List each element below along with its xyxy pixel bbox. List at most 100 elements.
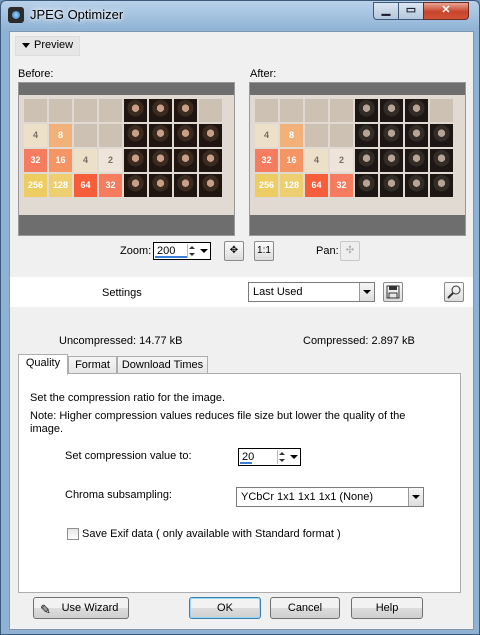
preview-number-tile	[280, 99, 303, 122]
settings-band: Settings Last Used	[10, 277, 473, 307]
preview-photo-tile	[149, 124, 172, 147]
preview-number-tile: 8	[280, 124, 303, 147]
uncompressed-size: Uncompressed: 14.77 kB	[59, 335, 183, 347]
after-tile-grid: 4 8 32 16 4 2 256 128 64 32	[255, 99, 453, 197]
preview-photo-tile	[405, 174, 428, 197]
preview-number-tile: 32	[99, 174, 122, 197]
compressed-size: Compressed: 2.897 kB	[303, 335, 415, 347]
zoom-accent-bar	[155, 256, 187, 258]
preview-number-tile: 64	[74, 174, 97, 197]
preview-photo-tile	[380, 124, 403, 147]
preview-number-tile	[199, 99, 222, 122]
save-exif-checkbox[interactable]	[67, 528, 79, 540]
preview-photo-tile	[124, 124, 147, 147]
tab-download-times[interactable]: Download Times	[117, 356, 208, 374]
title-bar[interactable]: JPEG Optimizer ▁ ▭ ✕	[1, 1, 479, 29]
help-button[interactable]: Help	[351, 597, 423, 619]
preview-number-tile	[74, 124, 97, 147]
dropdown-arrow-icon[interactable]	[359, 283, 374, 301]
preview-photo-tile	[174, 99, 197, 122]
quality-note-line-2: image.	[30, 423, 64, 435]
close-button[interactable]: ✕	[423, 2, 469, 20]
save-exif-label[interactable]: Save Exif data ( only available with Sta…	[82, 528, 341, 540]
preview-number-tile: 32	[255, 149, 278, 172]
zoom-label: Zoom:	[120, 245, 152, 257]
zoom-spinner[interactable]: 200	[153, 242, 211, 260]
dialog-body: Preview Before: After: 4 8 32 16 4 2 256 128 64 3…	[9, 31, 474, 630]
collapse-triangle-icon	[22, 42, 30, 48]
preview-photo-tile	[405, 124, 428, 147]
before-preview[interactable]: 4 8 32 16 4 2 256 128 64 32	[18, 82, 235, 236]
pan-button[interactable]: ✣	[340, 241, 360, 261]
compression-value-label: Set compression value to:	[65, 450, 192, 462]
chroma-subsampling-value: YCbCr 1x1 1x1 1x1 (None)	[241, 491, 374, 503]
preview-number-tile: 256	[255, 174, 278, 197]
spin-arrows-icon[interactable]	[277, 450, 287, 464]
preview-number-tile	[330, 99, 353, 122]
preview-number-tile: 2	[330, 149, 353, 172]
preview-photo-tile	[355, 124, 378, 147]
actual-size-button[interactable]: 1:1	[254, 241, 274, 261]
cancel-button[interactable]: Cancel	[270, 597, 340, 619]
dropdown-arrow-icon[interactable]	[408, 488, 423, 506]
preview-photo-tile	[174, 174, 197, 197]
spin-arrows-icon[interactable]	[187, 244, 197, 258]
use-wizard-label: Use Wizard	[61, 602, 119, 614]
preview-number-tile: 2	[99, 149, 122, 172]
preview-photo-tile	[124, 99, 147, 122]
compression-accent-bar	[240, 462, 252, 464]
wizard-wand-icon: ✎	[40, 602, 51, 617]
preview-number-tile: 4	[255, 124, 278, 147]
preview-number-tile: 4	[305, 149, 328, 172]
preview-number-tile: 8	[49, 124, 72, 147]
dropdown-arrow-icon[interactable]	[289, 450, 299, 464]
preview-photo-tile	[405, 99, 428, 122]
settings-preset-dropdown[interactable]: Last Used	[248, 282, 375, 302]
preview-photo-tile	[355, 149, 378, 172]
window-title: JPEG Optimizer	[30, 7, 124, 22]
ok-button[interactable]: OK	[189, 597, 261, 619]
preview-number-tile	[24, 99, 47, 122]
preview-photo-tile	[149, 149, 172, 172]
tab-format[interactable]: Format	[68, 356, 117, 374]
after-label: After:	[250, 68, 277, 80]
quality-tab-panel: Set the compression ratio for the image.…	[18, 373, 461, 593]
preview-photo-tile	[380, 99, 403, 122]
before-tile-grid: 4 8 32 16 4 2 256 128 64 32	[24, 99, 222, 197]
preview-number-tile: 4	[74, 149, 97, 172]
preview-photo-tile	[430, 124, 453, 147]
preview-photo-tile	[199, 124, 222, 147]
preview-photo-tile	[380, 174, 403, 197]
preview-number-tile	[305, 99, 328, 122]
before-label: Before:	[18, 68, 54, 80]
settings-label: Settings	[102, 287, 142, 299]
preview-toggle-label: Preview	[34, 39, 74, 51]
preview-photo-tile	[124, 174, 147, 197]
preview-photo-tile	[430, 149, 453, 172]
preview-number-tile: 256	[24, 174, 47, 197]
preview-photo-tile	[149, 174, 172, 197]
compression-value-spinner[interactable]: 20	[238, 448, 301, 466]
save-preset-button[interactable]	[383, 282, 403, 302]
tab-quality[interactable]: Quality	[18, 354, 68, 375]
preview-number-tile	[74, 99, 97, 122]
preview-photo-tile	[430, 174, 453, 197]
preview-photo-tile	[355, 174, 378, 197]
minimize-button[interactable]: ▁	[373, 2, 399, 20]
preview-photo-tile	[199, 149, 222, 172]
preview-number-tile	[255, 99, 278, 122]
preview-photo-tile	[149, 99, 172, 122]
chroma-subsampling-dropdown[interactable]: YCbCr 1x1 1x1 1x1 (None)	[236, 487, 424, 507]
quality-intro-text: Set the compression ratio for the image.	[30, 392, 226, 404]
zoom-to-fit-button[interactable]: ✥	[224, 241, 244, 261]
preset-icon	[447, 285, 461, 299]
preview-toggle[interactable]: Preview	[15, 36, 81, 56]
floppy-disk-icon	[386, 285, 400, 299]
dropdown-arrow-icon[interactable]	[199, 244, 209, 258]
maximize-button[interactable]: ▭	[398, 2, 424, 20]
delete-preset-button[interactable]	[444, 282, 464, 302]
after-preview[interactable]: 4 8 32 16 4 2 256 128 64 32	[249, 82, 466, 236]
use-wizard-button[interactable]: ✎ Use Wizard	[33, 597, 129, 619]
app-icon	[8, 7, 24, 23]
preview-number-tile	[99, 99, 122, 122]
